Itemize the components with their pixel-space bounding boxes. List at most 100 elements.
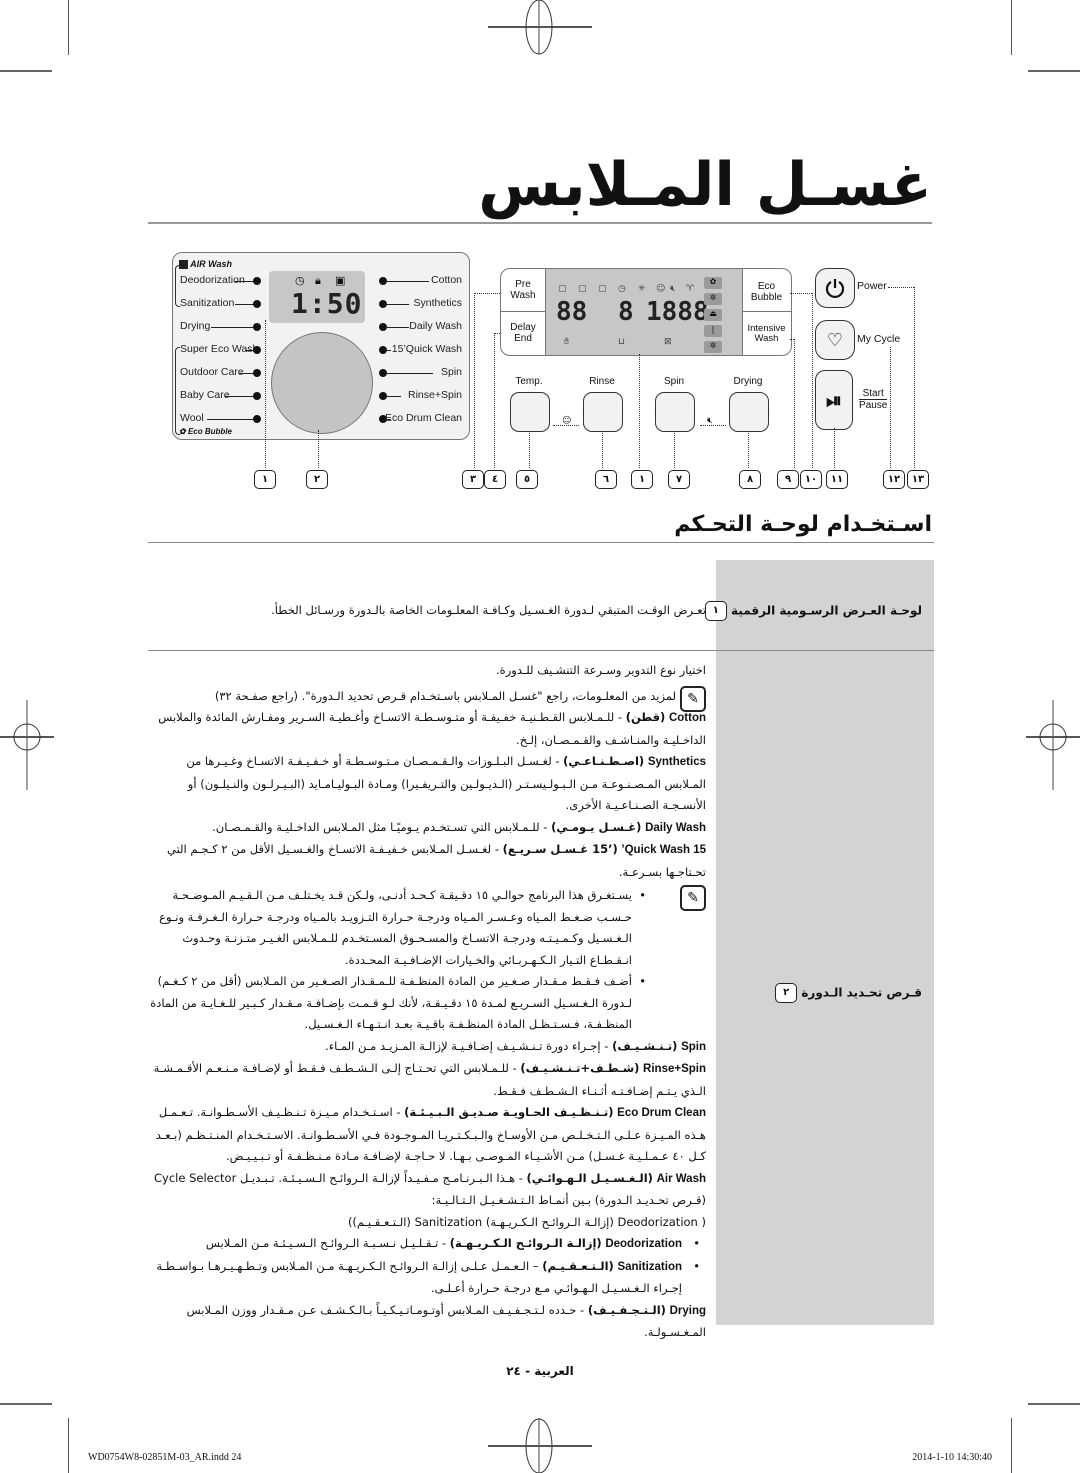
wash-icon: ▢	[578, 284, 587, 294]
option-button[interactable]	[655, 392, 695, 432]
iron-icon: ⏏	[704, 309, 722, 321]
crop-mark	[0, 70, 52, 72]
crop-mark	[68, 1418, 69, 1473]
row-label-display: لوحـة العـرض الرسـومية الرقمية ١	[704, 601, 922, 621]
callout-line	[674, 431, 675, 468]
soak-icon: ✲	[704, 293, 722, 305]
callout-number: ٤	[484, 470, 506, 489]
title-divider	[148, 222, 932, 224]
divider	[742, 311, 791, 312]
program-label: Cotton	[431, 274, 462, 286]
crop-mark	[1028, 1403, 1080, 1405]
program-leader-line	[385, 350, 391, 351]
option-button-label: Spin	[663, 376, 684, 387]
program-indicator[interactable]	[253, 346, 261, 354]
callout-number: ١	[631, 470, 653, 489]
program-label: Eco Drum Clean	[384, 412, 462, 424]
program-description: Spin (تـنـشـيـف) - إجـراء دورة تـنـشـيـف…	[325, 1038, 706, 1053]
option-button[interactable]	[583, 392, 623, 432]
program-label: 15’Quick Wash	[391, 343, 462, 355]
callout-line	[529, 431, 530, 468]
crop-mark	[0, 1403, 52, 1405]
page-number: العربية - ٢٤	[506, 1364, 574, 1378]
thermometer-icon: ❘	[704, 325, 722, 337]
child-lock-icon: ☺	[656, 284, 666, 294]
footer-filename: WD0754W8-02851M-03_AR.indd 24	[88, 1452, 242, 1463]
program-description: Daily Wash (غـسـل يـومـي) - للـمـلابس ال…	[212, 819, 706, 834]
callout-line	[888, 287, 914, 288]
callout-line	[794, 339, 795, 468]
option-button-label: Rinse	[589, 376, 615, 387]
program-description: Synthetics (اصـطـنـاعـي) - لغـسـل البـلـ…	[186, 754, 706, 812]
program-indicator[interactable]	[253, 369, 261, 377]
program-leader-line	[235, 304, 255, 305]
callout-number: ١٠	[800, 470, 822, 489]
note-icon: ✎	[680, 885, 706, 911]
start-pause-button[interactable]: ⏯︎	[815, 370, 853, 430]
lcd-digits-rinse: 8	[618, 297, 634, 327]
my-cycle-button[interactable]: ♡	[815, 320, 855, 360]
program-label: Synthetics	[413, 297, 462, 309]
program-label: Spin	[440, 366, 462, 378]
start-pause-label: Start Pause	[859, 388, 888, 411]
tub-icon: ⊔	[618, 337, 626, 347]
divider	[501, 311, 545, 312]
program-label: Drying	[180, 320, 211, 332]
note-block: ✎ لمزيد من المعلـومات، راجع "غسـل المـلا…	[146, 685, 706, 712]
callout-line	[812, 293, 813, 468]
program-label: Baby Care	[180, 389, 230, 401]
option-button-label: Temp.	[515, 376, 543, 387]
program-indicator[interactable]	[253, 323, 261, 331]
crop-mark	[1028, 70, 1080, 72]
callout-line	[494, 333, 495, 468]
callout-number: ١٢	[883, 470, 905, 489]
option-button[interactable]	[510, 392, 550, 432]
registration-mark	[1026, 700, 1080, 790]
callout-number: ٦	[595, 470, 617, 489]
program-indicator[interactable]	[253, 392, 261, 400]
row-divider	[148, 650, 934, 651]
remaining-time: 1:50	[291, 287, 363, 320]
registration-mark	[488, 1418, 592, 1473]
power-button[interactable]	[815, 268, 855, 308]
callout-number: ١	[254, 470, 276, 489]
shirt-icon: ♈	[686, 284, 695, 294]
delay-end-button[interactable]: Delay End	[501, 322, 545, 344]
cycle-selector-dial[interactable]	[271, 332, 373, 434]
program-leader-line	[211, 327, 255, 328]
option-button[interactable]	[729, 392, 769, 432]
note-bullet: • أضـف فـقـط مـقـدار صـغـير من المادة الم…	[150, 974, 646, 1031]
callout-line	[790, 293, 812, 294]
program-leader-line	[207, 419, 255, 420]
callout-line	[834, 428, 835, 468]
program-description: Rinse+Spin (شـطـف+تـنـشـيـف) - للـمـلابس…	[153, 1061, 706, 1098]
program-indicator[interactable]	[253, 415, 261, 423]
crop-mark	[1011, 1418, 1012, 1473]
intensive-wash-button[interactable]: Intensive Wash	[742, 324, 791, 344]
pre-wash-button[interactable]: Pre Wash	[501, 279, 545, 301]
note-icon: ✎	[680, 685, 706, 712]
program-leader-line	[385, 373, 433, 374]
program-indicator[interactable]	[253, 300, 261, 308]
section-divider	[148, 542, 934, 543]
air-wash-modes: ( Deodorization (إزالـة الـروائـح الـكـر…	[347, 1214, 706, 1229]
eco-bubble-button[interactable]: Eco Bubble	[742, 281, 791, 303]
callout-number: ٣	[462, 470, 484, 489]
power-label: Power	[857, 280, 887, 292]
program-leader-line	[385, 396, 401, 397]
callout-line	[265, 320, 266, 468]
lcd-digits-temp: 88	[556, 297, 588, 327]
program-label: Deodorization	[180, 274, 245, 286]
lcd-display: ▢ ▢ ▢ ◷ ✳ ☺ 🔇︎ ♈ 88 8 1888 ✋︎ ⊔ ⊠ ✿ ✲ ⏏ …	[546, 269, 742, 355]
program-label: Sanitization	[180, 297, 235, 309]
program-indicator[interactable]	[253, 277, 261, 285]
callout-number: ٨	[739, 470, 761, 489]
row-label-cycle-selector: قـرص تحـديد الـدورة ٢	[775, 983, 922, 1003]
callout-line	[748, 431, 749, 468]
program-label: Daily Wash	[409, 320, 462, 332]
power-icon	[825, 279, 845, 299]
registration-mark	[0, 700, 54, 790]
callout-line	[639, 354, 640, 468]
callout-line	[474, 293, 475, 468]
program-description: Cotton (قطن) - للـمـلابس القـطـنيـة خفـي…	[158, 710, 706, 747]
